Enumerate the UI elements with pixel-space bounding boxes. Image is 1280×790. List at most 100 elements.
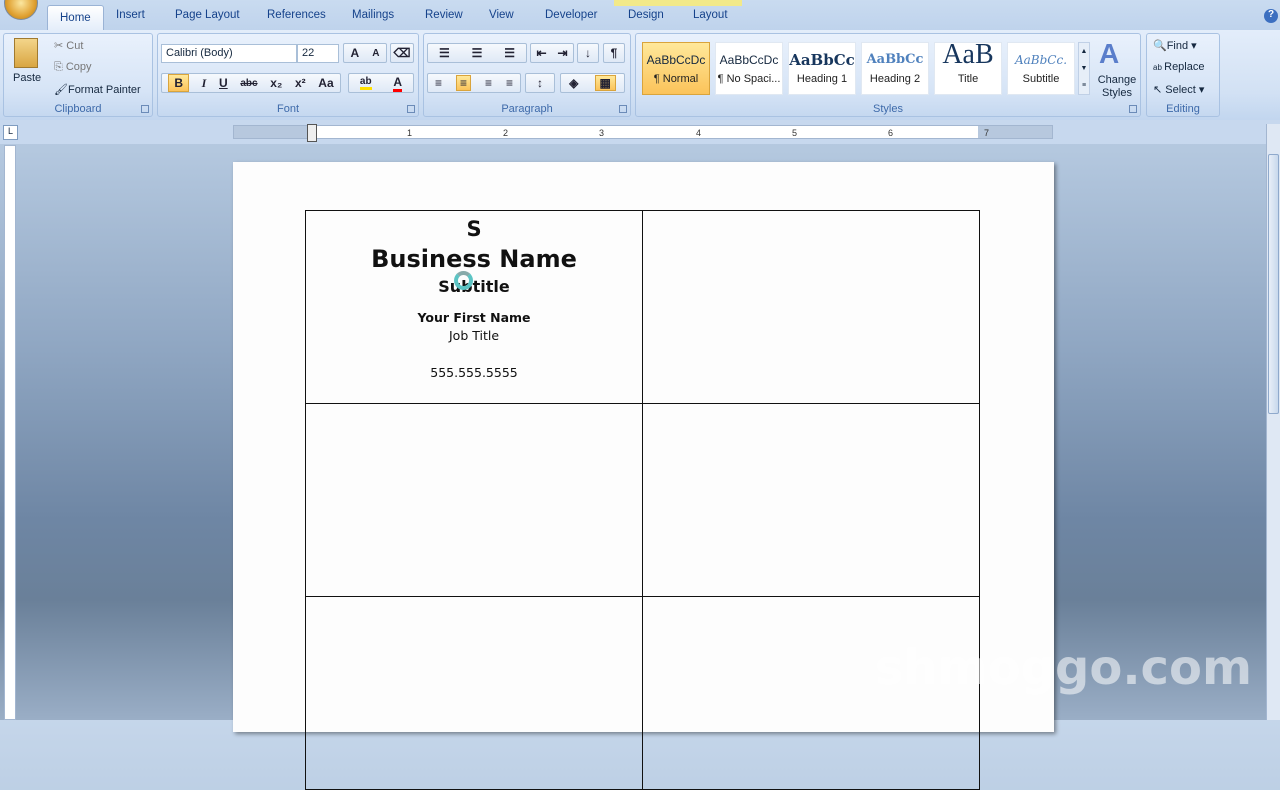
increase-indent-icon[interactable]: ⇥ [557,46,567,60]
subscript-button[interactable]: x₂ [270,76,282,90]
business-card-cell[interactable] [306,404,643,597]
show-marks-button[interactable]: ¶ [603,43,625,63]
office-button[interactable] [4,0,38,20]
replace-label: Replace [1164,61,1204,73]
tab-insert[interactable]: Insert [116,9,145,21]
replace-button[interactable]: ab Replace [1153,61,1204,73]
style-preview: AaBbCc. [1008,43,1074,73]
align-left-icon[interactable]: ≡ [435,76,442,90]
tab-selector-button[interactable]: L [3,125,18,140]
ruler-number: 5 [792,128,797,138]
paste-button[interactable]: Paste [13,72,41,84]
tab-references[interactable]: References [267,9,326,21]
alignment-buttons: ≡ ≡ ≡ ≡ [427,73,521,93]
tab-home[interactable]: Home [47,5,104,31]
cut-button[interactable]: ✂ Cut [54,39,83,52]
cursor-icon: ↖ [1153,84,1165,96]
job-title: Job Title [306,328,642,343]
line-spacing-icon[interactable]: ↕ [525,73,555,93]
style-title[interactable]: AaBTitle [934,42,1002,95]
vertical-scrollbar[interactable] [1266,124,1280,720]
bold-button[interactable]: B [168,74,189,92]
style-name: ¶ No Spaci... [716,73,782,85]
styles-label: Styles [636,103,1140,115]
italic-button[interactable]: I [202,76,207,91]
ruler-margin-left [234,126,312,138]
scrollbar-thumb[interactable] [1268,154,1279,414]
font-format-buttons: B I U abc x₂ x² Aa [161,73,341,93]
tab-developer[interactable]: Developer [545,9,597,21]
style-preview: AaBbCcDc [643,43,709,73]
scissors-icon: ✂ [54,40,66,52]
paragraph-label: Paragraph [424,103,630,115]
phone-number: 555.555.5555 [306,365,642,380]
select-button[interactable]: ↖ Select ▾ [1153,83,1204,96]
style-preview: AaBbCc [789,43,855,73]
copy-button[interactable]: ⎘ Copy [54,61,92,74]
style-name: ¶ Normal [643,73,709,85]
font-size-select[interactable]: 22 [297,44,339,63]
dialog-launcher-icon[interactable] [407,105,415,113]
business-card-cell[interactable] [643,404,980,597]
align-right-icon[interactable]: ≡ [485,76,492,90]
font-group: Calibri (Body) 22 A A ⌫ B I U abc x₂ x² A… [157,33,419,117]
business-card-cell[interactable] [306,597,643,790]
font-color-button[interactable]: A [393,75,402,92]
editing-label: Editing [1147,103,1219,115]
underline-button[interactable]: U [219,76,228,90]
indent-buttons: ⇤⇥ [530,43,574,63]
superscript-button[interactable]: x² [295,76,306,90]
card-subtitle: Subtitle [306,277,642,296]
decrease-indent-icon[interactable]: ⇤ [536,46,546,60]
indent-marker-icon[interactable] [307,124,317,142]
tab-mailings[interactable]: Mailings [352,9,394,21]
horizontal-ruler[interactable]: 1 2 3 4 5 6 7 [233,125,1053,139]
dialog-launcher-icon[interactable] [141,105,149,113]
style-normal[interactable]: AaBbCcDc¶ Normal [642,42,710,95]
font-name-select[interactable]: Calibri (Body) [161,44,297,63]
ribbon-tab-bar: Home Insert Page Layout References Maili… [0,0,1280,30]
clear-formatting-button[interactable]: ⌫ [390,43,414,63]
style-subtitle[interactable]: AaBbCc.Subtitle [1007,42,1075,95]
styles-gallery-scroll[interactable]: ▲▼≡ [1078,42,1090,95]
style-heading-1[interactable]: AaBbCcHeading 1 [788,42,856,95]
style-no-spacing[interactable]: AaBbCcDc¶ No Spaci... [715,42,783,95]
tab-view[interactable]: View [489,9,514,21]
help-icon[interactable]: ? [1264,9,1278,23]
business-card-cell[interactable] [643,211,980,404]
bullets-icon[interactable]: ☰ [439,46,450,60]
sort-icon[interactable]: ↓ [577,43,599,63]
clipboard-group: Paste ✂ Cut ⎘ Copy 🖌Format Painter Clipb… [3,33,153,117]
align-center-icon[interactable]: ≡ [456,75,471,91]
numbering-icon[interactable]: ☰ [472,46,483,60]
dialog-launcher-icon[interactable] [1129,105,1137,113]
format-painter-button[interactable]: 🖌Format Painter [54,83,141,96]
style-heading-2[interactable]: AaBbCcHeading 2 [861,42,929,95]
ruler-margin-right [978,126,1052,138]
ruler-number: 2 [503,128,508,138]
tab-design[interactable]: Design [628,9,664,21]
color-buttons: ab A [348,73,414,93]
tab-review[interactable]: Review [425,9,463,21]
grow-font-button[interactable]: A [351,46,360,60]
find-button[interactable]: 🔍Find ▾ [1153,39,1197,52]
replace-icon: ab [1153,63,1164,72]
highlight-color-button[interactable]: ab [360,76,372,90]
borders-icon[interactable]: ▦ [595,75,616,91]
justify-icon[interactable]: ≡ [506,76,513,90]
change-case-button[interactable]: Aa [318,76,333,90]
shading-icon[interactable]: ◈ [569,76,578,90]
strikethrough-button[interactable]: abc [240,78,257,89]
tab-layout[interactable]: Layout [693,9,728,21]
clipboard-label: Clipboard [4,103,152,115]
business-name: Business Name [306,245,642,273]
ruler-number: 4 [696,128,701,138]
shrink-font-button[interactable]: A [372,48,379,59]
vertical-ruler[interactable] [4,145,16,720]
business-card-cell[interactable]: S Business Name Subtitle Your First Name… [306,211,643,404]
tab-page-layout[interactable]: Page Layout [175,9,240,21]
change-styles-button[interactable]: Change Styles [1095,74,1139,100]
list-buttons: ☰ ☰ ☰ [427,43,527,63]
dialog-launcher-icon[interactable] [619,105,627,113]
multilevel-list-icon[interactable]: ☰ [504,46,515,60]
